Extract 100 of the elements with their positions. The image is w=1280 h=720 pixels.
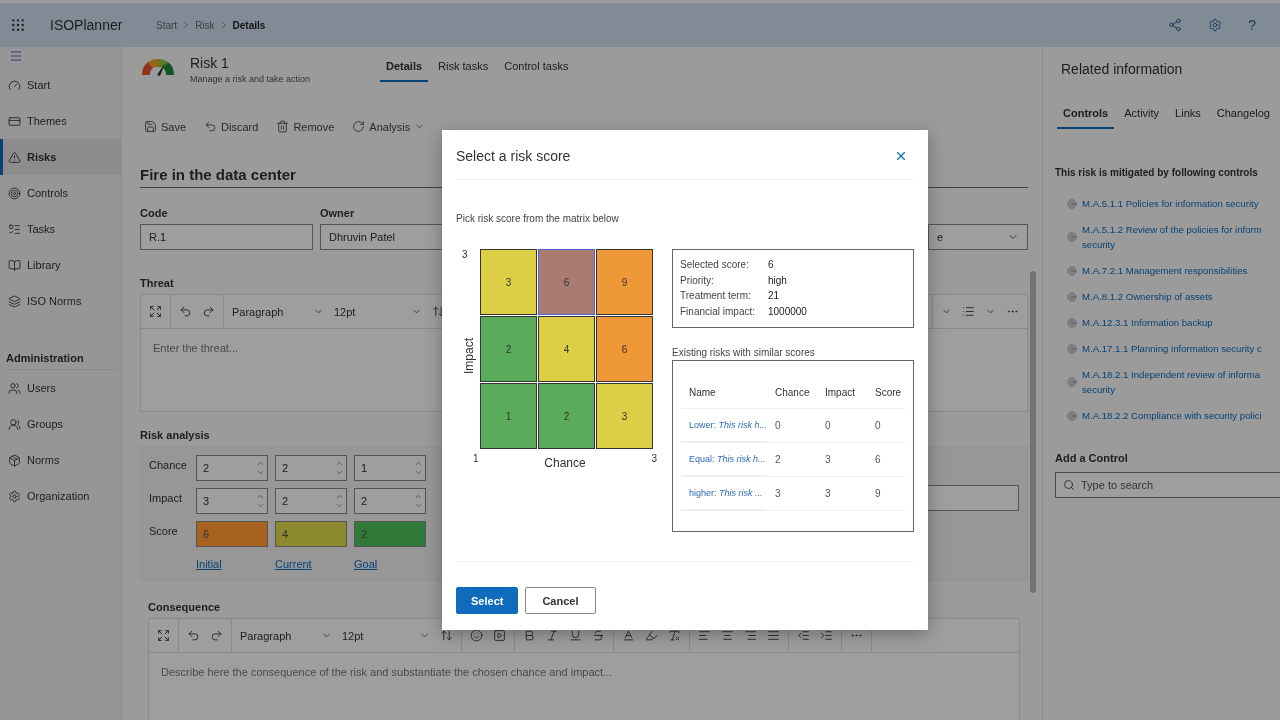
column-header: Name [681,387,767,409]
axis-tick: 3 [651,453,657,466]
matrix-cell[interactable]: 3 [480,249,537,315]
search-icon [1063,479,1075,491]
control-link[interactable]: M.A.18.2.2 Compliance with security polici [1082,408,1262,423]
primary-button[interactable]: Select [456,587,519,614]
matrix-cell[interactable]: 3 [596,383,653,449]
italic-icon [546,629,559,642]
table-cell: 2 [767,443,817,477]
tab[interactable]: Risk tasks [432,60,495,82]
action-button[interactable]: Analysis [348,118,430,135]
target-icon [1067,410,1077,421]
tab[interactable]: Details [380,60,429,82]
tab[interactable]: Controls [1057,107,1115,129]
sidebar-item[interactable]: Risks [0,139,121,175]
sidebar-item[interactable]: Start [0,67,121,103]
number-field[interactable]: 3 [196,488,268,514]
sidebar-item[interactable]: Groups [0,406,121,442]
risk-link[interactable]: higher: This risk ... [681,477,763,510]
risk-link[interactable]: Lower: This risk h... [681,409,768,442]
target-icon [1067,291,1077,302]
line-height-icon [432,305,445,318]
gauge-icon [8,78,21,92]
dropdown-field[interactable]: e [928,224,1028,250]
sidebar-item[interactable]: Library [0,247,121,283]
action-button[interactable]: Remove [272,118,339,135]
table-cell: 3 [817,477,867,511]
target-icon [1067,377,1077,387]
rich-text-editor[interactable]: Paragraph 12pt Describe here the consequence of the risk and substantiate the chosen chance and impact... [148,618,1020,720]
matrix-cell[interactable]: 2 [480,316,537,382]
control-link[interactable]: M.A.17.1.1 Planning information security c [1082,341,1262,356]
number-field[interactable]: 1 [354,455,426,481]
matrix-cell[interactable]: 4 [538,316,595,382]
control-link[interactable]: M.A.7.2.1 Management responsibilities [1082,263,1248,278]
align-right-icon [744,629,757,642]
tab[interactable]: Activity [1118,107,1166,129]
detail-label: Financial impact: [680,305,757,318]
breadcrumb-link[interactable]: Start [156,19,178,31]
risk-link[interactable]: Equal: This risk h... [681,443,766,476]
emoji-icon [470,629,483,642]
score-box[interactable]: 4 [275,521,347,547]
control-link[interactable]: M.A.5.1.1 Policies for information security [1082,196,1259,211]
matrix-cell[interactable]: 6 [596,316,653,382]
help-icon[interactable]: ? [1248,17,1256,33]
menu-icon [9,49,23,63]
detail-label: Treatment term: [680,290,752,303]
text-field[interactable]: R.1 [140,224,313,250]
tab[interactable]: Control tasks [498,60,575,82]
target-icon [1067,343,1077,354]
score-link[interactable]: Current [275,558,312,570]
block-format-dropdown[interactable]: Paragraph [232,305,324,318]
matrix-cell[interactable]: 2 [538,383,595,449]
sidebar-item[interactable]: Users [0,370,121,406]
detail-value: 21 [768,290,781,303]
target-icon [8,186,21,200]
tab[interactable]: Links [1169,107,1207,129]
matrix-cell[interactable]: 1 [480,383,537,449]
number-field[interactable]: 2 [354,488,426,514]
text-field[interactable] [927,485,1019,511]
breadcrumb-link[interactable]: Risk [195,19,215,31]
tab[interactable]: Changelog [1210,107,1276,129]
sidebar-item[interactable]: ISO Norms [0,283,121,319]
chevron-up-icon [335,459,344,468]
block-format-dropdown[interactable]: Paragraph [240,629,332,642]
control-link[interactable]: M.A.18.2.1 Independent review of informa security [1082,367,1261,397]
strikethrough-icon [592,629,605,642]
outdent-icon [797,629,810,642]
matrix-cell[interactable]: 6 [538,249,595,315]
app-grid-icon [10,17,26,33]
action-button[interactable]: Discard [200,118,263,135]
control-link[interactable]: M.A.5.1.2 Review of the policies for inform security [1082,222,1262,252]
number-field[interactable]: 2 [275,455,347,481]
sidebar-item[interactable]: Themes [0,103,121,139]
control-link[interactable]: M.A.8.1.2 Ownership of assets [1082,289,1213,304]
score-link[interactable]: Goal [354,558,378,570]
scrollbar[interactable] [1030,271,1036,593]
sidebar-item[interactable]: Controls [0,175,121,211]
highlighter-icon [645,629,658,642]
fullscreen-icon [157,629,170,642]
matrix-cell[interactable]: 9 [596,249,653,315]
table-cell: 3 [817,443,867,477]
font-size-dropdown[interactable]: 12pt [342,629,430,642]
chevron-up-icon [414,459,423,468]
breadcrumb-link[interactable]: Details [232,19,266,31]
number-field[interactable]: 2 [196,455,268,481]
font-size-dropdown[interactable]: 12pt [334,305,422,318]
action-button[interactable]: Save [140,118,191,135]
score-link[interactable]: Initial [196,558,222,570]
chevron-up-icon [256,492,265,501]
sidebar-item[interactable]: Norms [0,442,121,478]
sidebar-item[interactable]: Organization [0,478,121,514]
number-field[interactable]: 2 [275,488,347,514]
column-header: Chance [767,387,817,409]
control-link[interactable]: M.A.12.3.1 Information backup [1082,315,1213,330]
secondary-button[interactable]: Cancel [525,587,596,614]
sidebar-item[interactable]: Tasks [0,211,121,247]
section-heading: Administration [6,352,117,370]
chevron-up-icon [335,492,344,501]
bold-icon [523,629,536,642]
search-field[interactable]: Type to search [1055,472,1280,498]
